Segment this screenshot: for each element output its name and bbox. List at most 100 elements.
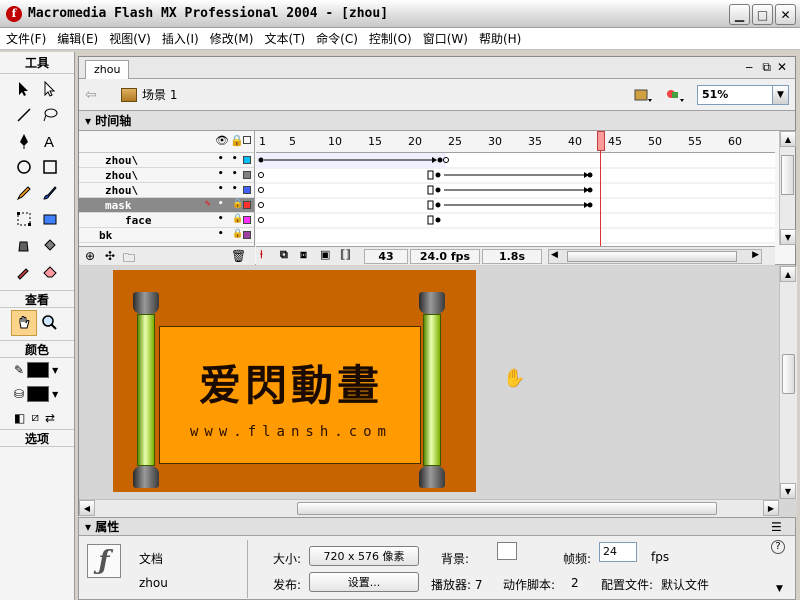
stage-vscroll[interactable]: ▲ ▼ — [779, 266, 797, 499]
frame-tracks[interactable] — [256, 153, 775, 246]
menu-commands[interactable]: 命令(C) — [316, 30, 358, 47]
publish-settings-button[interactable]: 设置... — [309, 572, 419, 592]
scroll-left-icon[interactable]: ◀ — [551, 250, 558, 260]
doc-minimize-icon[interactable]: ‒ — [745, 60, 753, 74]
menu-modify[interactable]: 修改(M) — [210, 30, 254, 47]
help-icon[interactable]: ? — [771, 540, 785, 554]
profile-value[interactable]: 默认文件 — [661, 576, 709, 593]
doc-restore-icon[interactable]: ⧉ — [762, 60, 771, 75]
timeline-hscroll-thumb[interactable] — [567, 251, 737, 262]
layer-color-box[interactable] — [243, 201, 251, 209]
menu-control[interactable]: 控制(O) — [369, 30, 412, 47]
timeline-collapse-icon[interactable]: ▾ — [85, 114, 95, 128]
pencil-tool-icon[interactable] — [11, 180, 37, 206]
panel-options-icon[interactable]: ☰ — [771, 520, 782, 534]
outline-icon[interactable] — [243, 136, 251, 144]
layer-row[interactable]: zhou\ • • — [79, 153, 254, 168]
stage-scroll-up-icon[interactable]: ▲ — [780, 266, 796, 282]
ink-bottle-tool-icon[interactable] — [11, 232, 37, 258]
document-size-button[interactable]: 720 x 576 像素 — [309, 546, 419, 566]
rectangle-tool-icon[interactable] — [37, 154, 63, 180]
delete-layer-icon[interactable]: 🗑 — [231, 249, 246, 263]
timeline-title[interactable]: 时间轴 — [95, 112, 131, 129]
onion-skin-icon[interactable]: ⧉ — [280, 248, 288, 262]
frame-ruler[interactable]: 1 5 10 15 20 25 30 35 40 45 50 55 60 — [256, 131, 775, 153]
free-transform-tool-icon[interactable] — [11, 206, 37, 232]
edit-multiple-frames-icon[interactable]: ▣ — [320, 248, 330, 261]
scroll-right-icon[interactable]: ▶ — [752, 250, 759, 260]
stage-hscroll[interactable]: ◀ ▶ — [79, 499, 779, 517]
stroke-dropdown-icon[interactable]: ▼ — [52, 366, 58, 375]
fill-transform-tool-icon[interactable] — [37, 206, 63, 232]
zoom-dropdown-icon[interactable]: ▼ — [772, 86, 788, 104]
stage-hscroll-thumb[interactable] — [297, 502, 717, 515]
scroll-down-icon[interactable]: ▼ — [780, 229, 796, 245]
fill-dropdown-icon[interactable]: ▼ — [52, 390, 58, 399]
stage-scroll-right-icon[interactable]: ▶ — [763, 500, 779, 516]
eyedropper-tool-icon[interactable] — [11, 258, 37, 284]
menu-help[interactable]: 帮助(H) — [479, 30, 521, 47]
hand-tool-icon[interactable] — [11, 310, 37, 336]
layer-color-box[interactable] — [243, 156, 251, 164]
swap-colors-icon[interactable]: ⇄ — [45, 411, 55, 425]
center-frame-icon[interactable]: ⍿ — [260, 248, 263, 262]
stroke-color-swatch[interactable] — [27, 362, 50, 378]
edit-scene-icon[interactable] — [633, 86, 653, 104]
text-tool-icon[interactable]: A — [37, 128, 63, 154]
eye-icon[interactable]: 👁 — [215, 134, 229, 147]
menu-edit[interactable]: 编辑(E) — [57, 30, 98, 47]
brush-tool-icon[interactable] — [37, 180, 63, 206]
properties-title[interactable]: 属性 — [95, 518, 119, 535]
background-color-swatch[interactable] — [497, 542, 517, 560]
lock-icon[interactable]: 🔒 — [230, 134, 244, 147]
default-colors-icon[interactable]: ◧ — [14, 411, 25, 425]
fill-color-swatch[interactable] — [27, 386, 50, 402]
timeline-vscroll-thumb[interactable] — [781, 155, 794, 195]
arrow-tool-icon[interactable] — [11, 76, 37, 102]
flash-app-icon[interactable]: f — [6, 5, 22, 22]
layer-color-box[interactable] — [243, 231, 251, 239]
stage-scroll-down-icon[interactable]: ▼ — [780, 483, 796, 499]
scroll-up-icon[interactable]: ▲ — [780, 131, 796, 147]
insert-layer-icon[interactable]: ⊕ — [85, 249, 95, 263]
framerate-input[interactable]: 24 — [599, 542, 637, 562]
playhead[interactable] — [597, 131, 605, 151]
onion-outline-icon[interactable]: ⧈ — [300, 248, 307, 262]
layer-row-selected[interactable]: mask ✎ • 🔒 — [79, 198, 254, 213]
edit-symbol-icon[interactable] — [665, 86, 685, 104]
layer-color-box[interactable] — [243, 171, 251, 179]
subselect-tool-icon[interactable] — [37, 76, 63, 102]
layer-row[interactable]: zhou\ • • — [79, 168, 254, 183]
expand-icon[interactable]: ▼ — [776, 584, 783, 594]
modify-onion-markers-icon[interactable]: ⟦⟧ — [340, 248, 351, 261]
eraser-tool-icon[interactable] — [37, 258, 63, 284]
maximize-button[interactable]: □ — [752, 4, 773, 25]
menu-view[interactable]: 视图(V) — [109, 30, 151, 47]
stage-area[interactable]: 爱閃動畫 www.flansh.com ✋ ▲ ▼ ◀ ▶ — [79, 266, 797, 517]
lasso-tool-icon[interactable] — [37, 102, 63, 128]
zoom-select[interactable]: 51% ▼ — [697, 85, 789, 105]
doc-close-icon[interactable]: ✕ — [777, 60, 787, 74]
layer-row[interactable]: bk • 🔒 — [79, 228, 254, 243]
no-color-icon[interactable]: ⧄ — [31, 410, 39, 425]
scene-label[interactable]: 场景 1 — [142, 86, 177, 103]
add-guide-layer-icon[interactable]: ✣ — [105, 249, 115, 263]
menu-file[interactable]: 文件(F) — [6, 30, 46, 47]
paint-bucket-tool-icon[interactable] — [37, 232, 63, 258]
properties-collapse-icon[interactable]: ▾ — [85, 520, 95, 534]
document-tab[interactable]: zhou — [85, 60, 130, 79]
minimize-button[interactable]: ▁ — [729, 4, 750, 25]
close-button[interactable]: ✕ — [775, 4, 796, 25]
stage-vscroll-thumb[interactable] — [782, 354, 795, 394]
back-arrow-icon[interactable]: ⇦ — [85, 87, 105, 103]
layer-row[interactable]: face • 🔒 — [79, 213, 254, 228]
layer-color-box[interactable] — [243, 186, 251, 194]
oval-tool-icon[interactable] — [11, 154, 37, 180]
zoom-tool-icon[interactable] — [37, 310, 63, 336]
menu-text[interactable]: 文本(T) — [264, 30, 305, 47]
line-tool-icon[interactable] — [11, 102, 37, 128]
stage-canvas[interactable]: 爱閃動畫 www.flansh.com — [113, 270, 476, 492]
timeline-hscroll[interactable]: ◀ ▶ — [548, 249, 762, 264]
timeline-vscroll[interactable]: ▲ ▼ — [779, 131, 796, 245]
stage-scroll-left-icon[interactable]: ◀ — [79, 500, 95, 516]
